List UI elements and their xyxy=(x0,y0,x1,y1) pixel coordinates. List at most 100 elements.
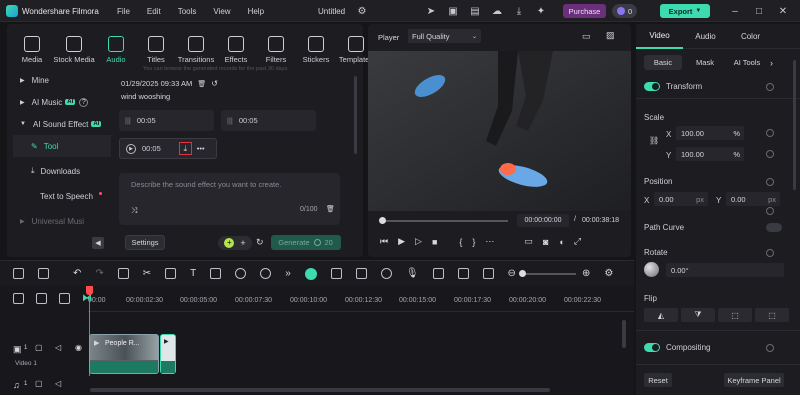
menu-tools[interactable]: Tools xyxy=(178,7,197,16)
delete-icon[interactable]: 🗑 xyxy=(197,80,206,88)
tab-video[interactable]: Video xyxy=(636,24,683,49)
rotate-dial[interactable] xyxy=(644,262,659,277)
position-x-field[interactable]: 0.00 px xyxy=(654,192,708,206)
add-count-stepper[interactable]: + + xyxy=(218,235,252,250)
time-ruler[interactable]: 00:00 00:00:02:30 00:00:05:00 00:00:07:3… xyxy=(88,286,634,312)
crop-icon[interactable] xyxy=(165,268,177,279)
video-clip[interactable]: ▶ People R... xyxy=(89,334,159,374)
menu-help[interactable]: Help xyxy=(248,7,264,16)
subtab-basic[interactable]: Basic xyxy=(644,55,682,70)
playhead-knob[interactable] xyxy=(379,217,386,224)
fullscreen-icon[interactable]: ⤢ xyxy=(574,236,581,247)
play-icon[interactable]: ▶ xyxy=(398,236,405,247)
rotate-left-button[interactable]: ⬚ xyxy=(718,308,752,322)
scale-y-keyframe-icon[interactable] xyxy=(766,150,774,158)
inspector-scrollbar[interactable] xyxy=(793,60,796,190)
subtab-ai-tools[interactable]: AI Tools xyxy=(728,58,766,67)
redo-icon[interactable]: ↷ xyxy=(95,268,103,279)
select-tool-icon[interactable] xyxy=(38,268,49,279)
tab-transitions[interactable]: Transitions xyxy=(176,36,216,64)
speaker-icon[interactable]: ◁ xyxy=(55,343,61,352)
zoom-out-icon[interactable]: ⊖ xyxy=(508,268,516,279)
prompt-input[interactable]: Describe the sound effect you want to cr… xyxy=(131,180,281,189)
tab-filters[interactable]: Filters xyxy=(256,36,296,64)
sidebar-item-tool[interactable]: ✎ Tool xyxy=(13,135,111,157)
compositing-keyframe-icon[interactable] xyxy=(766,344,774,352)
playhead-handle[interactable] xyxy=(86,286,93,295)
sound-result-1[interactable]: ||| 00:05 xyxy=(119,110,214,131)
rotate-field[interactable]: 0.00° xyxy=(666,263,784,277)
shape-icon[interactable] xyxy=(210,268,222,279)
position-y-field[interactable]: 0.00 px xyxy=(726,192,780,206)
render-icon[interactable] xyxy=(457,268,469,279)
prompt-box[interactable]: Describe the sound effect you want to cr… xyxy=(119,173,340,225)
tab-stickers[interactable]: Stickers xyxy=(296,36,336,64)
scale-x-keyframe-icon[interactable] xyxy=(766,129,774,137)
subtab-mask[interactable]: Mask xyxy=(686,58,724,67)
timeline-vscrollbar[interactable] xyxy=(622,320,626,348)
tab-audio[interactable]: Audio xyxy=(96,36,136,64)
keyframe-panel-button[interactable]: Keyframe Panel xyxy=(724,373,784,387)
reuse-icon[interactable]: ↺ xyxy=(211,79,218,88)
scale-y-field[interactable]: 100.00% xyxy=(676,147,744,161)
subtitle-icon[interactable] xyxy=(432,268,444,279)
previous-frame-icon[interactable]: ⏮ xyxy=(380,236,388,247)
sidebar-item-universal-music[interactable]: ▶ Universal Musi xyxy=(13,210,111,232)
rotate-right-button[interactable]: ⬚ xyxy=(755,308,789,322)
link-icon[interactable] xyxy=(36,293,47,304)
speaker-icon[interactable]: ◁ xyxy=(55,379,61,388)
undo-icon[interactable]: ↶ xyxy=(73,268,81,279)
sidebar-item-downloads[interactable]: ⤓ Downloads xyxy=(13,160,111,182)
lock-icon[interactable]: ▢ xyxy=(35,343,43,352)
settings-button[interactable]: Settings xyxy=(125,235,165,250)
menu-edit[interactable]: Edit xyxy=(147,7,161,16)
speed-icon[interactable] xyxy=(235,268,247,279)
layout-icon[interactable] xyxy=(13,268,24,279)
auto-fit-icon[interactable] xyxy=(482,268,494,279)
clear-icon[interactable]: 🗑 xyxy=(326,205,335,213)
export-button[interactable]: Export ▼ xyxy=(660,4,710,18)
marker-icon[interactable] xyxy=(330,268,342,279)
sidebar-item-mine[interactable]: ▶ Mine xyxy=(13,69,111,91)
more-tools-icon[interactable]: » xyxy=(285,268,291,279)
microphone-icon[interactable]: 🎙 xyxy=(406,268,419,279)
zoom-in-icon[interactable]: ⊕ xyxy=(582,268,590,279)
purchase-button[interactable]: Purchase xyxy=(563,4,606,18)
compositing-toggle[interactable] xyxy=(644,343,660,352)
more-icon[interactable]: ⋯ xyxy=(485,236,494,247)
image-icon[interactable]: ▣ xyxy=(446,4,460,18)
tab-titles[interactable]: Titles xyxy=(136,36,176,64)
lock-icon[interactable]: ▢ xyxy=(35,379,43,388)
mute-track-icon[interactable] xyxy=(59,293,70,304)
more-icon[interactable]: ••• xyxy=(197,144,205,153)
position-xy-keyframe-icon[interactable] xyxy=(766,207,774,215)
transform-keyframe-icon[interactable] xyxy=(766,83,774,91)
play-icon[interactable]: ▶ xyxy=(126,143,136,154)
menu-file[interactable]: File xyxy=(117,7,130,16)
tab-audio[interactable]: Audio xyxy=(683,32,728,41)
snap-icon[interactable] xyxy=(355,268,367,279)
sidebar-item-ai-music[interactable]: ▶ AI Music AI? xyxy=(13,91,111,113)
split-icon[interactable]: ✂ xyxy=(143,268,151,279)
color-icon[interactable] xyxy=(260,268,272,279)
project-settings-icon[interactable]: ⚙ xyxy=(355,4,369,18)
credits-pill[interactable]: 0 xyxy=(612,4,638,18)
zoom-knob[interactable] xyxy=(518,269,526,277)
playback-scrubber[interactable] xyxy=(379,217,508,224)
tab-effects[interactable]: Effects xyxy=(216,36,256,64)
add-track-icon[interactable] xyxy=(13,293,24,304)
minimize-icon[interactable]: – xyxy=(728,4,742,18)
monitor-icon[interactable]: ▭ xyxy=(524,236,533,247)
tab-media[interactable]: Media xyxy=(12,36,52,64)
ai-tool-icon[interactable] xyxy=(304,267,317,280)
cloud-icon[interactable]: ☁ xyxy=(490,4,504,18)
tab-color[interactable]: Color xyxy=(728,32,773,41)
delete-icon[interactable] xyxy=(117,268,129,279)
mark-out-icon[interactable]: } xyxy=(472,237,475,247)
generate-button[interactable]: Generate 20 xyxy=(270,235,341,250)
library-scrollbar[interactable] xyxy=(354,76,357,154)
scale-x-field[interactable]: 100.00% xyxy=(676,126,744,140)
settings-icon[interactable]: ⚙ xyxy=(604,268,613,279)
collapse-sidebar-button[interactable]: ◀ xyxy=(92,237,104,249)
download-icon[interactable]: ⤓ xyxy=(512,4,526,18)
